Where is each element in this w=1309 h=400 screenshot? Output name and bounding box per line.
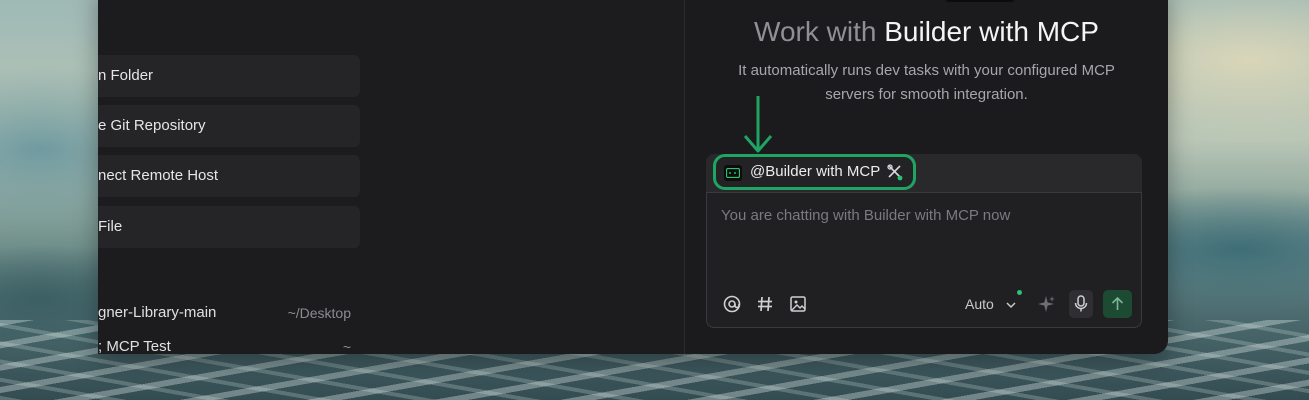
action-label: File	[98, 218, 123, 235]
sparkle-icon[interactable]	[1035, 293, 1057, 315]
headline-prefix: Work with	[754, 16, 877, 47]
recent-project-name: ; MCP Test	[98, 338, 171, 354]
recent-project-item[interactable]: ; MCP Test ~	[98, 335, 351, 354]
action-connect-remote-host[interactable]: nect Remote Host	[98, 155, 360, 197]
recent-project-item[interactable]: gner-Library-main ~/Desktop	[98, 301, 351, 325]
chat-input[interactable]: You are chatting with Builder with MCP n…	[706, 192, 1142, 328]
page-title: Work with Builder with MCP	[685, 12, 1168, 52]
action-clone-git-repository[interactable]: e Git Repository	[98, 105, 360, 147]
hash-icon[interactable]	[754, 293, 776, 315]
action-open-folder[interactable]: n Folder	[98, 55, 360, 97]
recent-project-path: ~	[342, 339, 351, 354]
action-label: n Folder	[98, 67, 154, 84]
tools-icon	[887, 164, 903, 181]
chat-pane: Work with Builder with MCP It automatica…	[685, 0, 1168, 354]
arrow-up-icon	[1111, 296, 1124, 310]
agent-chip-label: @Builder with MCP	[750, 163, 881, 180]
chevron-down-icon	[1006, 302, 1016, 309]
headline-agent: Builder with MCP	[884, 16, 1099, 47]
microphone-button[interactable]	[1069, 290, 1093, 318]
action-new-file[interactable]: File	[98, 206, 360, 248]
microphone-icon	[1074, 295, 1088, 312]
action-label: e Git Repository	[98, 117, 206, 134]
mode-status-dot	[1017, 290, 1022, 295]
image-icon[interactable]	[787, 293, 809, 315]
arrow-down-icon	[743, 96, 773, 153]
agent-description: It automatically runs dev tasks with you…	[738, 62, 1115, 103]
left-pane: n Folder e Git Repository nect Remote Ho…	[98, 0, 684, 354]
at-icon[interactable]	[721, 293, 743, 315]
mode-dropdown[interactable]: Auto	[965, 293, 1016, 315]
terminal-icon	[724, 165, 742, 181]
agent-mention-chip[interactable]: @Builder with MCP	[713, 154, 916, 190]
action-label: nect Remote Host	[98, 167, 219, 184]
window-notch	[945, 0, 1015, 2]
mode-label: Auto	[965, 296, 994, 312]
recent-project-path: ~/Desktop	[287, 305, 351, 321]
recent-project-name: gner-Library-main	[98, 304, 217, 321]
app-window: n Folder e Git Repository nect Remote Ho…	[98, 0, 1168, 354]
send-button[interactable]	[1103, 290, 1132, 318]
chat-input-placeholder: You are chatting with Builder with MCP n…	[721, 207, 1011, 224]
